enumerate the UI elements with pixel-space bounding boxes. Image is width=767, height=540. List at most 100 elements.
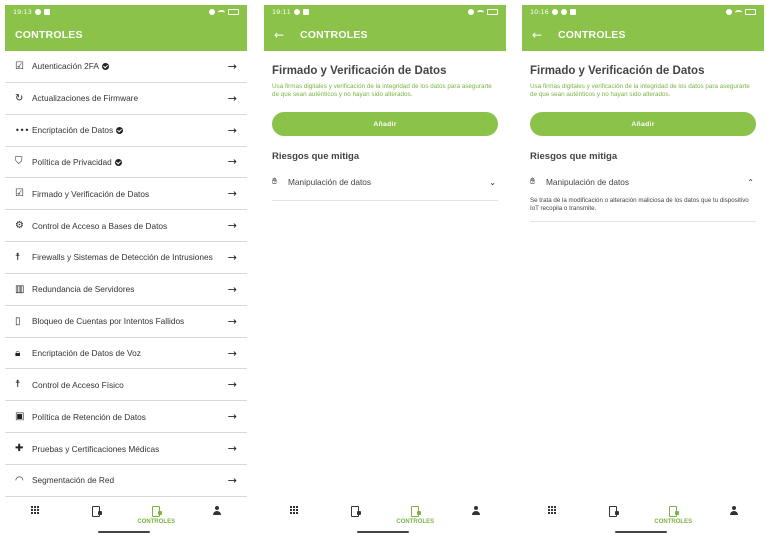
status-bar: 19:11 bbox=[264, 5, 506, 19]
notification-icon bbox=[551, 9, 558, 15]
arrow-right-icon: → bbox=[227, 123, 237, 137]
arrow-right-icon: → bbox=[227, 378, 237, 392]
verified-badge-icon bbox=[101, 63, 109, 71]
detail-panel: Firmado y Verificación de Datos Usa firm… bbox=[522, 51, 764, 222]
arrow-right-icon: → bbox=[227, 187, 237, 201]
nav-item-dashboard[interactable] bbox=[5, 498, 66, 536]
list-item-label: Pruebas y Certificaciones Médicas bbox=[32, 443, 160, 454]
nav-item-profile[interactable] bbox=[446, 498, 507, 536]
list-item[interactable]: ⚙ Control de Acceso a Bases de Datos → bbox=[5, 210, 247, 243]
status-time: 19:13 bbox=[13, 8, 32, 16]
verified-badge-icon bbox=[116, 127, 124, 135]
home-indicator bbox=[357, 531, 409, 533]
detail-description: Usa firmas digitales y verificación de l… bbox=[530, 83, 750, 98]
nav-label: CONTROLES bbox=[396, 519, 435, 525]
detail-title: Firmado y Verificación de Datos bbox=[530, 65, 705, 77]
back-arrow-icon[interactable]: ← bbox=[274, 28, 300, 42]
list-item[interactable]: 🔒︎ Encriptación de Datos de Voz → bbox=[5, 338, 247, 370]
bandage-icon: ✚ bbox=[15, 443, 24, 455]
list-item[interactable]: ••• Encriptación de Datos → bbox=[5, 115, 247, 147]
app-bar: ← CONTROLES bbox=[264, 19, 506, 51]
list-item[interactable]: ☑ Firmado y Verificación de Datos → bbox=[5, 178, 247, 211]
nav-label: CONTROLES bbox=[137, 519, 176, 525]
wifi-status-icon bbox=[477, 9, 484, 15]
list-item-label: Encriptación de Datos bbox=[32, 125, 228, 135]
notification-icon bbox=[569, 9, 576, 15]
notification-icon bbox=[34, 9, 41, 15]
walking-person-icon: ☨ bbox=[15, 251, 21, 263]
screenshot-stage: 19:13 CONTROLES ☑ Autenticación 2FA → ↻ … bbox=[0, 0, 767, 540]
risk-accordion-header[interactable]: ✋︎ Manipulación de datos ⌃ bbox=[530, 172, 756, 192]
clipboard-check-icon: ☑ bbox=[15, 188, 24, 200]
notification-icon bbox=[43, 9, 50, 15]
running-person-icon: ☨ bbox=[15, 379, 21, 391]
list-item[interactable]: ↻ Actualizaciones de Firmware → bbox=[5, 83, 247, 115]
list-item[interactable]: ✚ Pruebas y Certificaciones Médicas → bbox=[5, 433, 247, 465]
list-item[interactable]: ▥ Redundancia de Servidores → bbox=[5, 274, 247, 306]
phone-lock-icon: ▯ bbox=[15, 315, 21, 327]
chevron-up-icon: ⌃ bbox=[747, 177, 754, 187]
touch-off-icon: ✋︎ bbox=[530, 177, 536, 187]
verified-badge-icon bbox=[114, 158, 122, 166]
nav-item-profile[interactable] bbox=[704, 498, 765, 536]
phone-settings-icon bbox=[350, 506, 361, 517]
user-gear-icon: ⚙ bbox=[15, 220, 24, 232]
phone-screen-controls-list: 19:13 CONTROLES ☑ Autenticación 2FA → ↻ … bbox=[5, 5, 247, 536]
list-item[interactable]: ☨ Control de Acceso Físico → bbox=[5, 369, 247, 402]
add-button[interactable]: Añadir bbox=[530, 112, 756, 136]
battery-icon bbox=[228, 9, 239, 15]
nav-label: CONTROLES bbox=[654, 519, 693, 525]
add-button[interactable]: Añadir bbox=[272, 112, 498, 136]
divider bbox=[272, 200, 498, 201]
grid-icon bbox=[290, 506, 299, 514]
nav-item-dashboard[interactable] bbox=[522, 498, 583, 536]
app-bar-title: CONTROLES bbox=[558, 29, 626, 41]
arrow-right-icon: → bbox=[227, 250, 237, 264]
list-item-label: Redundancia de Servidores bbox=[32, 284, 135, 295]
bottom-navigation: CONTROLES bbox=[5, 498, 247, 536]
update-icon: ↻ bbox=[15, 92, 24, 104]
password-dots-icon: ••• bbox=[15, 125, 30, 135]
checkbox-icon: ☑ bbox=[15, 60, 24, 72]
arrow-right-icon: → bbox=[227, 314, 237, 328]
save-icon: ▣ bbox=[15, 411, 25, 423]
nav-item-dashboard[interactable] bbox=[264, 498, 325, 536]
arrow-right-icon: → bbox=[227, 282, 237, 296]
battery-icon bbox=[487, 9, 498, 15]
wifi-status-icon bbox=[218, 9, 225, 15]
phone-screen-detail-collapsed: 19:11 ← CONTROLES Firmado y Verificación… bbox=[264, 5, 506, 536]
list-item[interactable]: ▣ Política de Retención de Datos → bbox=[5, 401, 247, 434]
list-item[interactable]: ☑ Autenticación 2FA → bbox=[5, 51, 247, 83]
battery-icon bbox=[745, 9, 756, 15]
arrow-right-icon: → bbox=[227, 59, 237, 73]
notification-icon bbox=[302, 9, 309, 15]
phone-screen-detail-expanded: 10:16 ← CONTROLES Firmado y Verificación… bbox=[522, 5, 764, 536]
back-arrow-icon[interactable]: ← bbox=[532, 28, 558, 42]
home-indicator bbox=[98, 531, 150, 533]
list-item[interactable]: ☨ Firewalls y Sistemas de Detección de I… bbox=[5, 242, 247, 274]
app-bar: CONTROLES bbox=[5, 19, 247, 51]
list-item[interactable]: ⛉ Política de Privacidad → bbox=[5, 147, 247, 179]
home-indicator bbox=[615, 531, 667, 533]
list-item-label: Política de Retención de Datos bbox=[32, 411, 146, 422]
nav-item-profile[interactable] bbox=[187, 498, 248, 536]
chevron-down-icon: ⌄ bbox=[489, 177, 496, 187]
controls-list: ☑ Autenticación 2FA → ↻ Actualizaciones … bbox=[5, 51, 247, 497]
alarm-icon bbox=[209, 9, 215, 15]
controls-icon bbox=[152, 506, 163, 517]
risk-accordion-header[interactable]: ✋︎ Manipulación de datos ⌄ bbox=[272, 172, 498, 192]
list-item[interactable]: ▯ Bloqueo de Cuentas por Intentos Fallid… bbox=[5, 306, 247, 338]
arrow-right-icon: → bbox=[227, 219, 237, 233]
controls-icon bbox=[411, 506, 422, 517]
app-bar-title: CONTROLES bbox=[300, 29, 368, 41]
list-item-label: Segmentación de Red bbox=[32, 475, 115, 486]
list-item-label: Bloqueo de Cuentas por Intentos Fallidos bbox=[32, 316, 185, 327]
list-item[interactable]: ◠ Segmentación de Red → bbox=[5, 465, 247, 497]
person-icon bbox=[212, 506, 221, 516]
arrow-right-icon: → bbox=[227, 442, 237, 456]
arrow-right-icon: → bbox=[227, 155, 237, 169]
wifi-icon: ◠ bbox=[15, 474, 24, 486]
list-item-label: Encriptación de Datos de Voz bbox=[32, 348, 141, 359]
grid-icon bbox=[31, 506, 40, 514]
status-time: 19:11 bbox=[272, 8, 291, 16]
